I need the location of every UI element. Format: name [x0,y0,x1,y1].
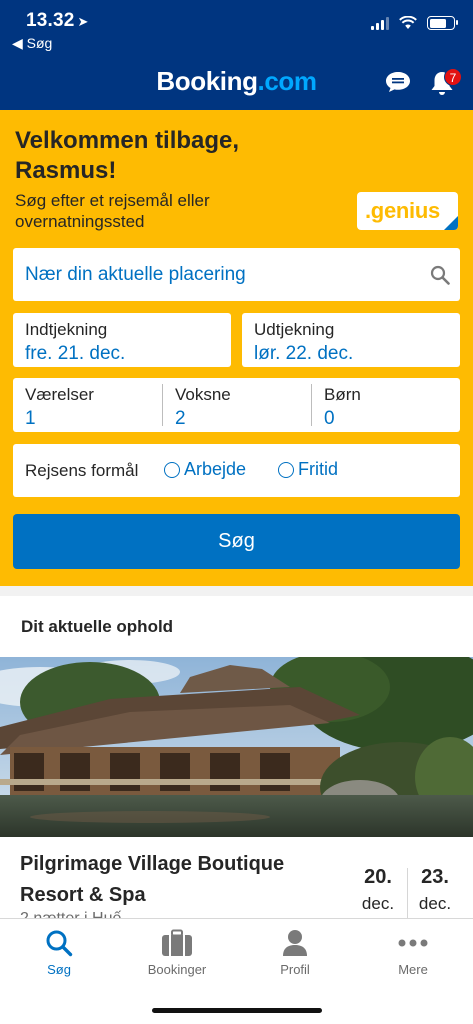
genius-label: .genius [365,198,440,223]
purpose-work-radio[interactable]: Arbejde [164,459,246,480]
guests-field: Værelser 1 Voksne 2 Børn 0 [13,378,460,432]
brand-main-text: Booking [156,66,258,96]
current-stay-title: Dit aktuelle ophold [21,617,174,636]
search-button[interactable]: Søg [13,514,460,569]
checkout-label: Udtjekning [254,320,335,339]
purpose-work-label: Arbejde [184,459,247,479]
wifi-icon [399,16,417,29]
stay-checkin-day: 20. [364,866,392,888]
checkin-field[interactable]: Indtjekning fre. 21. dec. [13,313,231,367]
children-value: 0 [324,408,335,429]
genius-badge[interactable]: .genius [357,192,458,230]
tab-bookings-label: Bookinger [147,962,207,977]
tab-more-label: Mere [398,962,428,977]
home-indicator[interactable] [152,1008,322,1013]
rooms-selector[interactable]: Værelser 1 [13,378,162,432]
adults-value: 2 [175,408,186,429]
welcome-title: Velkommen tilbage, Rasmus! [15,127,240,184]
more-icon [398,939,428,947]
hotel-photo[interactable] [0,657,473,837]
stay-checkout-date: 23. dec. [413,866,457,914]
checkin-label: Indtjekning [25,320,108,339]
notification-badge: 7 [444,68,462,86]
rooms-value: 1 [25,408,36,429]
radio-circle-icon [278,461,294,478]
tab-search-label: Søg [47,962,71,977]
purpose-leisure-radio[interactable]: Fritid [278,459,338,480]
status-time: 13.32 ➤ [26,10,89,32]
stay-checkout-month: dec. [418,894,452,913]
location-arrow-icon: ➤ [77,14,89,29]
date-separator [407,868,408,918]
tab-search[interactable]: Søg [0,929,118,977]
trip-purpose-label: Rejsens formål [25,461,139,480]
tab-profile-label: Profil [280,962,310,977]
checkout-field[interactable]: Udtjekning lør. 22. dec. [242,313,460,367]
destination-value: Nær din aktuelle placering [25,264,246,285]
tab-bookings[interactable]: Bookinger [118,929,236,977]
destination-field[interactable]: Nær din aktuelle placering [13,248,460,301]
back-to-app-link[interactable]: ◀ Søg [12,35,52,52]
status-icons [371,16,458,30]
checkin-value: fre. 21. dec. [25,343,126,364]
checkout-value: lør. 22. dec. [254,343,354,364]
tab-more[interactable]: Mere [354,929,472,977]
radio-circle-icon [164,461,180,478]
adults-selector[interactable]: Voksne 2 [162,384,311,429]
search-icon [46,930,73,957]
stay-checkin-month: dec. [361,894,395,913]
tab-profile[interactable]: Profil [236,929,354,977]
hotel-name[interactable]: Pilgrimage Village Boutique Resort & Spa [20,849,350,911]
stay-checkin-date: 20. dec. [356,866,400,914]
rooms-label: Værelser [25,385,94,404]
messages-icon[interactable] [385,71,411,93]
section-divider [0,586,473,596]
search-panel: Velkommen tilbage, Rasmus! Søg efter et … [0,110,473,586]
stay-checkout-day: 23. [421,866,449,888]
adults-label: Voksne [175,385,231,404]
children-selector[interactable]: Børn 0 [311,384,460,429]
person-icon [283,930,307,956]
purpose-leisure-label: Fritid [298,459,338,479]
welcome-subtitle: Søg efter et rejsemål eller overnatnings… [15,191,210,231]
suitcase-icon [162,929,192,956]
genius-corner-decoration [444,216,458,230]
search-icon [430,265,450,285]
app-header: 13.32 ➤ ◀ Søg Booking.com 7 [0,0,473,110]
children-label: Børn [324,385,361,404]
trip-purpose-field: Rejsens formål Arbejde Fritid [13,444,460,497]
cellular-signal-icon [371,16,389,30]
status-time-text: 13.32 [26,10,75,31]
brand-domain-text: .com [257,66,317,96]
battery-icon [427,16,458,30]
